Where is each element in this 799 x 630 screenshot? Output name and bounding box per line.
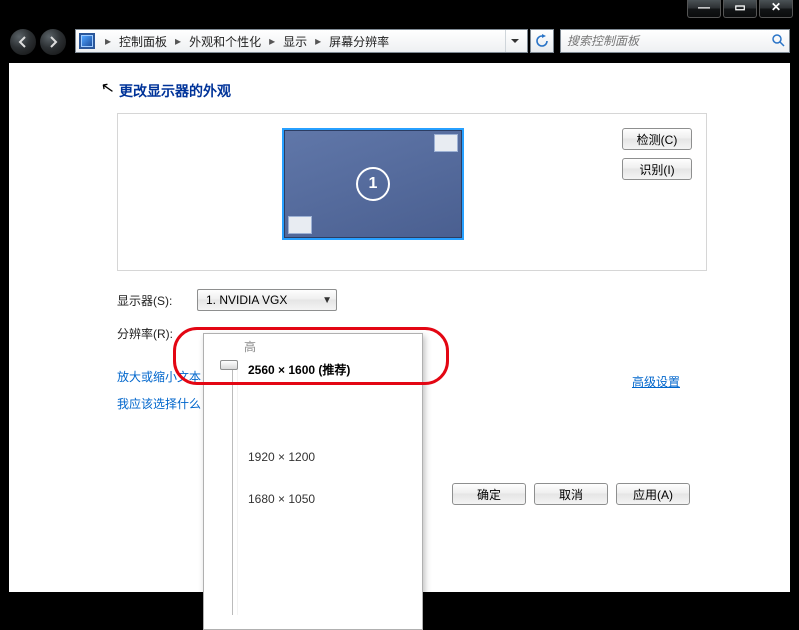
chevron-down-icon	[511, 37, 519, 45]
resolution-option[interactable]: 1680 × 1050	[248, 492, 414, 506]
ok-button[interactable]: 确定	[452, 483, 526, 505]
close-button[interactable]: ✕	[759, 0, 793, 18]
resolution-label: 分辨率(R):	[117, 325, 197, 342]
search-input[interactable]	[565, 33, 767, 49]
window-frame: — ▭ ✕ ▸ 控制面板 ▸ 外观和个性化 ▸ 显示 ▸ 屏幕分辨率	[0, 0, 799, 601]
slider-body: 2560 × 1600 (推荐) 1920 × 1200 1680 × 1050	[212, 361, 414, 615]
minimize-button[interactable]: —	[687, 0, 721, 18]
refresh-icon	[535, 34, 549, 48]
breadcrumb-sep-icon: ▸	[169, 34, 187, 48]
breadcrumb-seg-1[interactable]: 外观和个性化	[187, 33, 263, 50]
forward-button[interactable]	[39, 28, 67, 56]
mini-monitor-icon	[434, 134, 458, 152]
search-icon	[771, 33, 785, 50]
maximize-button[interactable]: ▭	[723, 0, 757, 18]
breadcrumb-sep-icon: ▸	[309, 34, 327, 48]
address-dropdown-button[interactable]	[505, 30, 524, 52]
breadcrumb-sep-icon: ▸	[263, 34, 281, 48]
action-button-bar: 确定 取消 应用(A)	[444, 483, 690, 505]
resolution-option[interactable]: 1920 × 1200	[248, 450, 414, 464]
search-bar[interactable]	[560, 29, 790, 53]
monitor-thumbnail[interactable]: 1	[282, 128, 464, 240]
mini-monitor-icon	[288, 216, 312, 234]
resolution-option-recommended[interactable]: 2560 × 1600 (推荐)	[248, 361, 414, 378]
monitor-preview-panel: 1 检测(C) 识别(I)	[117, 113, 707, 271]
client-area: ↖ 更改显示器的外观 1 检测(C) 识别(I) 显示器(S): 1. NVID…	[9, 63, 790, 592]
refresh-button[interactable]	[530, 29, 554, 53]
address-bar[interactable]: ▸ 控制面板 ▸ 外观和个性化 ▸ 显示 ▸ 屏幕分辨率	[75, 29, 528, 53]
slider-track[interactable]	[232, 365, 238, 615]
side-button-group: 检测(C) 识别(I)	[622, 128, 692, 188]
page-title: 更改显示器的外观	[119, 81, 790, 101]
arrow-right-icon	[47, 36, 59, 48]
nav-arrow-group	[9, 27, 69, 57]
resolution-option-list: 2560 × 1600 (推荐) 1920 × 1200 1680 × 1050	[248, 361, 414, 615]
slider-thumb[interactable]	[220, 360, 238, 370]
display-row: 显示器(S): 1. NVIDIA VGX ▼	[117, 289, 790, 311]
chevron-down-icon: ▼	[322, 295, 332, 306]
advanced-settings-link[interactable]: 高级设置	[632, 373, 680, 390]
breadcrumb-seg-2[interactable]: 显示	[281, 33, 309, 50]
breadcrumb-seg-3[interactable]: 屏幕分辨率	[327, 33, 391, 50]
identify-button[interactable]: 识别(I)	[622, 158, 692, 180]
apply-button[interactable]: 应用(A)	[616, 483, 690, 505]
titlebar-controls: — ▭ ✕	[685, 0, 793, 20]
display-label: 显示器(S):	[117, 292, 197, 309]
slider-high-label: 高	[244, 338, 414, 355]
resolution-slider-popup[interactable]: 高 2560 × 1600 (推荐) 1920 × 1200 1680 × 10…	[203, 333, 423, 630]
detect-button[interactable]: 检测(C)	[622, 128, 692, 150]
nav-bar: ▸ 控制面板 ▸ 外观和个性化 ▸ 显示 ▸ 屏幕分辨率	[9, 27, 790, 57]
cancel-button[interactable]: 取消	[534, 483, 608, 505]
breadcrumb-sep-icon: ▸	[99, 34, 117, 48]
arrow-left-icon	[17, 36, 29, 48]
back-button[interactable]	[9, 28, 37, 56]
display-combobox[interactable]: 1. NVIDIA VGX ▼	[197, 289, 337, 311]
control-panel-icon	[79, 33, 95, 49]
display-value: 1. NVIDIA VGX	[206, 293, 322, 307]
monitor-number-badge: 1	[356, 167, 390, 201]
breadcrumb-seg-0[interactable]: 控制面板	[117, 33, 169, 50]
cursor-icon: ↖	[99, 77, 116, 99]
